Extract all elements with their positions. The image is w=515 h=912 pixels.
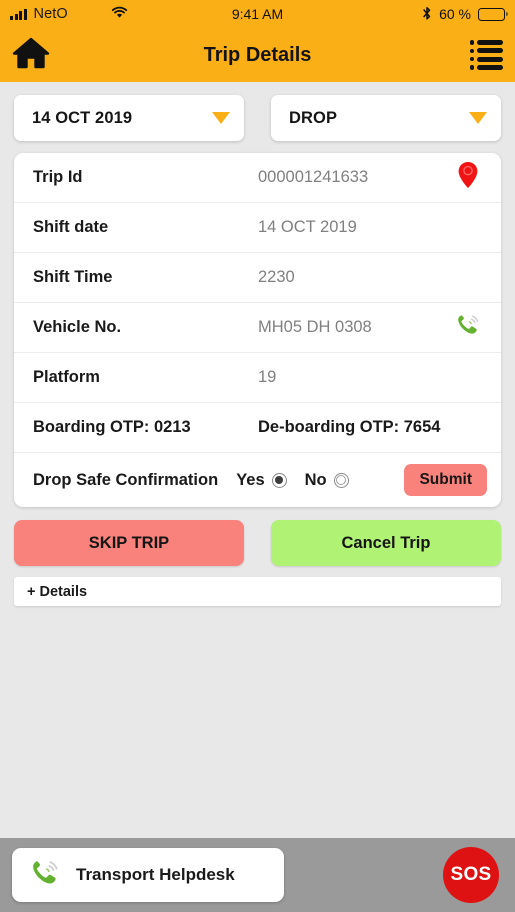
radio-option-yes[interactable]: Yes — [236, 470, 287, 490]
row-value: 2230 — [258, 268, 295, 286]
helpdesk-label: Transport Helpdesk — [76, 865, 235, 884]
date-dropdown[interactable]: 14 OCT 2019 — [14, 95, 244, 141]
home-icon — [12, 36, 50, 75]
radio-yes-label: Yes — [236, 470, 265, 489]
filter-row: 14 OCT 2019 DROP — [14, 82, 501, 141]
submit-button[interactable]: Submit — [404, 464, 487, 496]
radio-option-no[interactable]: No — [305, 471, 349, 490]
app-bar: Trip Details — [0, 28, 515, 82]
wifi-icon — [111, 6, 128, 22]
date-dropdown-value: 14 OCT 2019 — [32, 108, 133, 127]
trip-type-dropdown[interactable]: DROP — [271, 95, 501, 141]
drop-safe-confirmation-row: Drop Safe Confirmation Yes No Submit — [14, 453, 501, 507]
main-content: 14 OCT 2019 DROP Trip Id 000001241633 Sh… — [0, 82, 515, 606]
menu-button[interactable] — [469, 40, 503, 70]
boarding-otp: Boarding OTP: 0213 — [33, 418, 191, 436]
table-row: Shift date 14 OCT 2019 — [14, 203, 501, 253]
home-button[interactable] — [12, 36, 50, 75]
carrier-name: NetO — [33, 6, 68, 22]
table-row: Platform 19 — [14, 353, 501, 403]
row-label: Shift date — [33, 218, 109, 236]
row-value: 000001241633 — [258, 168, 369, 186]
call-driver-button[interactable] — [451, 312, 485, 343]
status-bar: NetO 9:41 AM 60 % — [0, 0, 515, 28]
radio-no-icon[interactable] — [333, 472, 349, 488]
list-menu-icon — [469, 40, 503, 70]
location-pin-icon — [457, 161, 479, 194]
row-label: Shift Time — [33, 268, 113, 286]
bluetooth-icon — [422, 6, 432, 23]
row-value: 19 — [258, 368, 277, 386]
caret-down-icon — [212, 112, 230, 124]
status-bar-right: 60 % — [422, 6, 509, 23]
more-details-toggle[interactable]: + Details — [14, 577, 501, 606]
trip-type-dropdown-value: DROP — [289, 108, 338, 127]
more-details-label: + Details — [27, 583, 88, 600]
caret-down-icon — [469, 112, 487, 124]
location-pin-button[interactable] — [451, 161, 485, 194]
table-row: Shift Time 2230 — [14, 253, 501, 303]
phone-call-icon — [28, 857, 62, 894]
battery-percent: 60 % — [439, 6, 471, 22]
table-row: Trip Id 000001241633 — [14, 153, 501, 203]
transport-helpdesk-button[interactable]: Transport Helpdesk — [12, 848, 284, 902]
row-label: Trip Id — [33, 168, 83, 186]
skip-trip-button[interactable]: SKIP TRIP — [14, 520, 244, 566]
phone-call-icon — [454, 312, 482, 343]
page-title: Trip Details — [203, 43, 312, 66]
sos-button[interactable]: SOS — [443, 847, 499, 903]
action-buttons: SKIP TRIP Cancel Trip — [14, 520, 501, 566]
row-value: MH05 DH 0308 — [258, 318, 372, 336]
row-label: Platform — [33, 368, 100, 386]
row-value: 14 OCT 2019 — [258, 218, 357, 236]
deboarding-otp: De-boarding OTP: 7654 — [258, 418, 441, 436]
radio-yes-icon[interactable] — [271, 472, 287, 488]
battery-icon — [478, 7, 509, 21]
status-bar-left: NetO — [10, 6, 128, 22]
drop-safe-label: Drop Safe Confirmation — [33, 470, 219, 489]
row-label: Vehicle No. — [33, 318, 122, 336]
footer-bar: Transport Helpdesk SOS — [0, 838, 515, 912]
radio-no-label: No — [304, 470, 327, 489]
table-row: Vehicle No. MH05 DH 0308 — [14, 303, 501, 353]
trip-details-card: Trip Id 000001241633 Shift date 14 OCT 2… — [14, 153, 501, 507]
signal-bars-icon — [10, 8, 27, 20]
cancel-trip-button[interactable]: Cancel Trip — [271, 520, 501, 566]
otp-row: Boarding OTP: 0213 De-boarding OTP: 7654 — [14, 403, 501, 453]
